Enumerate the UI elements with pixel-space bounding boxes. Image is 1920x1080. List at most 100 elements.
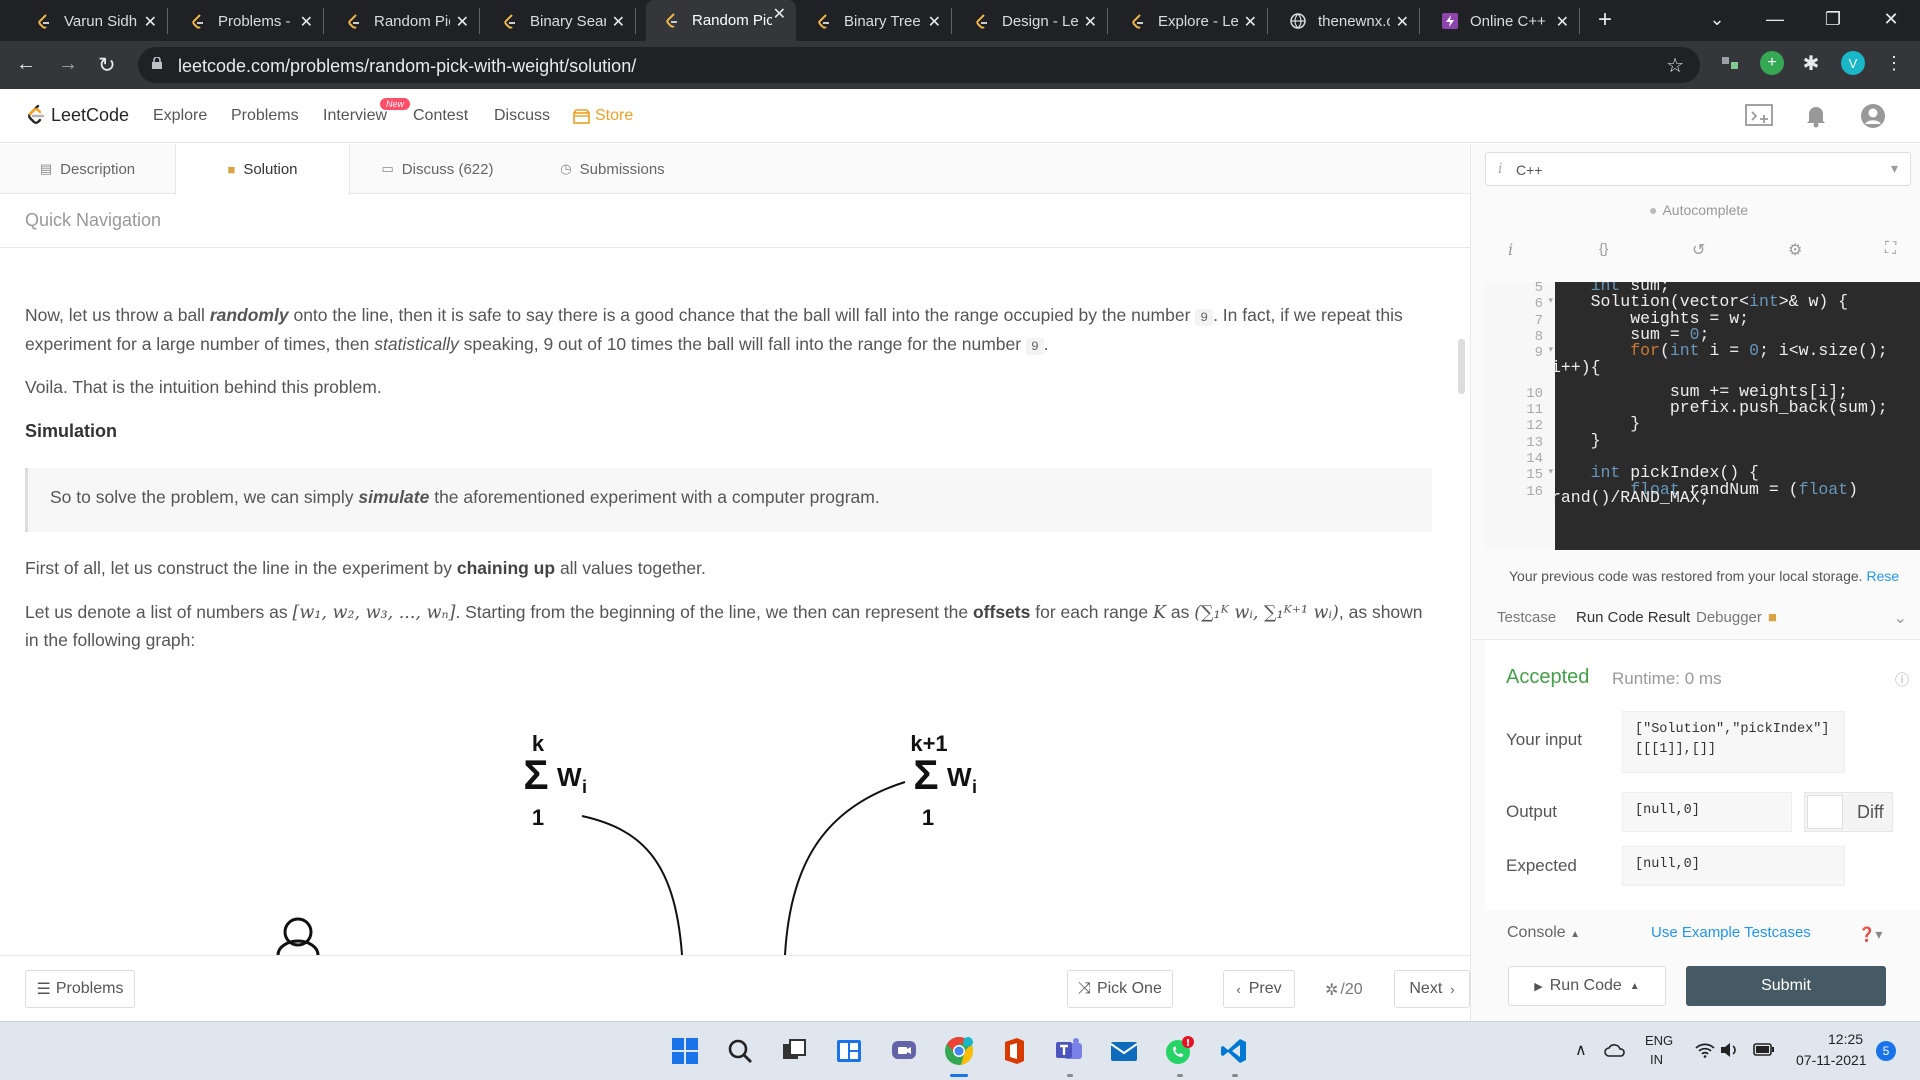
address-bar[interactable]: leetcode.com/problems/random-pick-with-w… (138, 47, 1700, 83)
new-tab-button[interactable]: + (1598, 6, 1612, 34)
close-tab-icon[interactable]: ✕ (1396, 12, 1409, 32)
close-tab-icon[interactable]: ✕ (612, 12, 625, 32)
browser-tab[interactable]: Random Pic ✕ (646, 0, 796, 41)
close-tab-icon[interactable]: ✕ (1244, 12, 1257, 32)
nav-interview[interactable]: Interview (323, 107, 387, 125)
diff-toggle[interactable]: Diff (1804, 792, 1893, 832)
tab-testcase[interactable]: Testcase (1497, 596, 1556, 640)
onedrive-cloud-icon[interactable] (1604, 1043, 1626, 1057)
teams-icon[interactable] (1052, 1034, 1086, 1068)
back-button[interactable]: ← (16, 53, 36, 76)
close-tab-icon[interactable]: ✕ (928, 12, 941, 32)
close-tab-icon[interactable]: ✕ (144, 12, 157, 32)
browser-tab[interactable]: Online C++ ✕ (1430, 8, 1580, 34)
tab-debugger[interactable]: Debugger ■ (1696, 596, 1777, 640)
help-menu-icon[interactable]: ❓▾ (1858, 926, 1882, 943)
search-icon[interactable] (723, 1034, 757, 1068)
notification-count-badge[interactable]: 5 (1876, 1041, 1896, 1061)
browser-tab[interactable]: Binary Searc ✕ (490, 8, 636, 34)
battery-icon[interactable] (1753, 1043, 1775, 1056)
browser-tab[interactable]: Problems - ✕ (178, 8, 324, 34)
clock-date[interactable]: 07-11-2021 (1796, 1052, 1867, 1068)
close-tab-icon[interactable]: ✕ (773, 4, 786, 24)
tab-search-icon[interactable]: ⌄ (1688, 0, 1746, 41)
chrome-icon[interactable] (942, 1034, 976, 1068)
notification-bell-icon[interactable] (1806, 104, 1826, 128)
office-icon[interactable] (997, 1034, 1031, 1068)
browser-menu-icon[interactable]: ⋮ (1882, 51, 1906, 75)
region-indicator[interactable]: IN (1650, 1052, 1663, 1067)
leetcode-logo[interactable]: LeetCode (24, 103, 129, 127)
nav-problems[interactable]: Problems (231, 107, 299, 125)
playground-icon[interactable] (1745, 104, 1773, 128)
nav-explore[interactable]: Explore (153, 107, 207, 125)
close-tab-icon[interactable]: ✕ (456, 12, 469, 32)
close-tab-icon[interactable]: ✕ (1556, 12, 1569, 32)
store-label: Store (595, 107, 634, 124)
tab-solution[interactable]: ■ Solution (175, 144, 350, 195)
language-select[interactable]: i C++ ▾ (1485, 152, 1911, 186)
close-tab-icon[interactable]: ✕ (1084, 12, 1097, 32)
bookmark-star-icon[interactable]: ☆ (1666, 53, 1684, 78)
profile-avatar[interactable]: V (1841, 51, 1865, 75)
use-example-testcases-link[interactable]: Use Example Testcases (1651, 924, 1811, 941)
next-button[interactable]: Next › (1394, 970, 1470, 1008)
start-windows-icon[interactable] (668, 1034, 702, 1068)
restore-button[interactable]: ❐ (1804, 0, 1862, 41)
user-avatar-icon[interactable] (1860, 103, 1886, 129)
quick-navigation[interactable]: Quick Navigation (0, 194, 1470, 248)
forward-button[interactable]: → (58, 53, 78, 76)
nav-discuss[interactable]: Discuss (494, 107, 550, 125)
info-icon[interactable]: i (1508, 240, 1513, 259)
tab-run-code-result[interactable]: Run Code Result (1576, 596, 1690, 640)
extension-plus-icon[interactable]: + (1760, 51, 1784, 75)
clock-time[interactable]: 12:25 (1828, 1031, 1863, 1047)
submit-button[interactable]: Submit (1686, 966, 1886, 1006)
browser-tab[interactable]: Binary Tree ✕ (804, 8, 952, 34)
teams-chat-icon[interactable] (887, 1034, 921, 1068)
volume-icon[interactable] (1720, 1042, 1740, 1058)
reload-button[interactable]: ↻ (98, 53, 116, 78)
fullscreen-icon[interactable]: ⛶ (1885, 240, 1896, 258)
run-code-button[interactable]: ▶ Run Code ▲ (1508, 966, 1666, 1006)
problems-list-button[interactable]: ☰ Problems (25, 970, 135, 1008)
offsets-figure: k Σ W i 1 k+1 Σ W i 1 (276, 731, 977, 955)
nav-contest[interactable]: Contest (413, 107, 468, 125)
tab-discuss[interactable]: ▭ Discuss (622) (350, 144, 525, 194)
mail-icon[interactable] (1107, 1034, 1141, 1068)
vscode-icon[interactable] (1217, 1034, 1251, 1068)
reset-link[interactable]: Rese (1866, 568, 1899, 584)
prev-button[interactable]: ‹ Prev (1223, 970, 1295, 1008)
browser-tab[interactable]: Varun Sidhu ✕ (24, 8, 168, 34)
console-toggle[interactable]: Console ▲ (1507, 924, 1580, 942)
code-editor[interactable]: 5 6 ▾ 7 8 9 ▾ 10 11 12 13 14 15 ▾ 16 int sum; Solution… (1485, 282, 1920, 550)
browser-tab[interactable]: Design - Le ✕ (962, 8, 1108, 34)
minimize-button[interactable]: — (1746, 0, 1804, 41)
close-window-button[interactable]: ✕ (1862, 0, 1920, 41)
close-tab-icon[interactable]: ✕ (300, 12, 313, 32)
pick-one-button[interactable]: ⤨ Pick One (1067, 970, 1173, 1008)
page-indicator[interactable]: ✲ /20 (1325, 980, 1363, 1000)
wifi-icon[interactable] (1695, 1042, 1715, 1058)
tray-chevron-icon[interactable]: ∧ (1575, 1040, 1587, 1060)
tab-submissions[interactable]: ◷ Submissions (525, 144, 700, 194)
reset-icon[interactable]: ↺ (1692, 240, 1705, 260)
article-scrollbar[interactable] (1458, 339, 1465, 394)
extension-puzzle-icon[interactable] (1718, 51, 1742, 75)
language-indicator[interactable]: ENG (1645, 1033, 1673, 1048)
browser-tab[interactable]: Random Pic ✕ (334, 8, 480, 34)
arrow-right (784, 781, 906, 955)
chevron-down-icon[interactable]: ⌄ (1894, 608, 1907, 628)
browser-tab[interactable]: Explore - Le ✕ (1118, 8, 1268, 34)
extensions-icon[interactable]: ✱ (1799, 51, 1823, 75)
whatsapp-icon[interactable]: ! (1162, 1034, 1196, 1068)
nav-store[interactable]: Store (573, 107, 633, 125)
widgets-icon[interactable] (832, 1034, 866, 1068)
settings-gear-icon[interactable]: ⚙ (1788, 240, 1802, 260)
browser-tab[interactable]: thenewnx.c ✕ (1278, 8, 1420, 34)
autocomplete-toggle[interactable]: ● Autocomplete (1649, 202, 1748, 218)
tab-description[interactable]: ▤ Description (0, 144, 175, 194)
help-icon[interactable]: ⓘ (1895, 670, 1909, 690)
task-view-icon[interactable] (777, 1034, 811, 1068)
format-braces-icon[interactable]: {} (1599, 240, 1608, 256)
